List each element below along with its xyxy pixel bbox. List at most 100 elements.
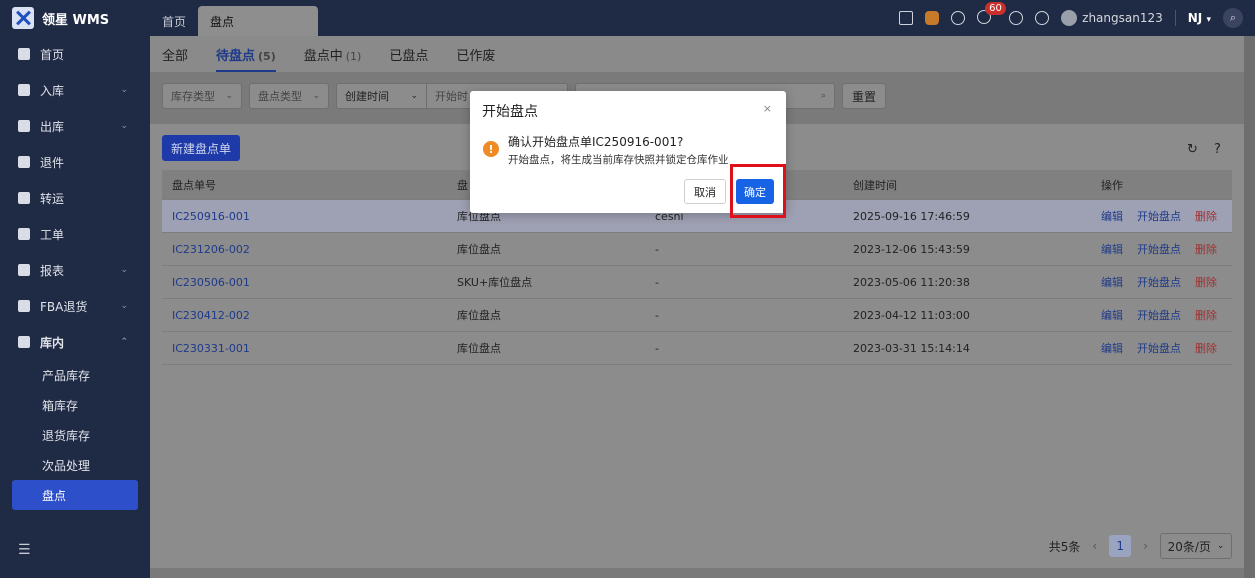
sidebar-item-label: 转运 (40, 191, 65, 206)
warning-icon: ! (483, 141, 499, 157)
chevron-down-icon: ⌄ (120, 85, 128, 95)
help-icon[interactable] (1035, 11, 1050, 25)
total-count: 共5条 (1048, 539, 1081, 554)
new-count-button[interactable]: 新建盘点单 (162, 135, 241, 161)
delete-link[interactable]: 删除 (1195, 307, 1217, 323)
cancel-button[interactable]: 取消 (684, 179, 726, 204)
created-time: 2023-03-31 15:14:14 (853, 341, 970, 355)
sidebar-item-home[interactable]: 首页 (0, 36, 150, 72)
home-icon (18, 48, 30, 60)
sidebar-item-work-order[interactable]: 工单 (0, 216, 150, 252)
user-menu[interactable]: zhangsan123 (1061, 10, 1163, 26)
creator: - (655, 341, 659, 355)
prev-page-icon[interactable]: ‹ (1092, 539, 1097, 553)
edit-link[interactable]: 编辑 (1101, 307, 1123, 323)
sidebar-item-outbound[interactable]: 出库 ⌄ (0, 108, 150, 144)
warehouse-selector[interactable]: NJ ▾ (1188, 11, 1211, 25)
sidebar-subitem-product-stock[interactable]: 产品库存 (0, 360, 150, 390)
sidebar-item-warehouse[interactable]: 库内 ⌃ (0, 324, 150, 360)
status-tab-label: 全部 (162, 48, 189, 64)
sidebar-item-reports[interactable]: 报表 ⌄ (0, 252, 150, 288)
status-tab-pending[interactable]: 待盘点 (5) (216, 45, 276, 72)
collapse-sidebar-icon[interactable]: ☰ (18, 542, 31, 558)
start-count-link[interactable]: 开始盘点 (1137, 274, 1181, 290)
delete-link[interactable]: 删除 (1195, 274, 1217, 290)
sidebar-item-returns[interactable]: 退件 (0, 144, 150, 180)
start-count-link[interactable]: 开始盘点 (1137, 241, 1181, 257)
close-icon[interactable]: × (763, 102, 772, 115)
count-id-link[interactable]: IC230506-001 (162, 276, 447, 289)
inbox-icon[interactable] (899, 11, 914, 25)
sidebar-subitem-defective[interactable]: 次品处理 (0, 450, 150, 480)
created-time: 2023-12-06 15:43:59 (853, 242, 970, 256)
sidebar-item-transfer[interactable]: 转运 (0, 180, 150, 216)
tab-home[interactable]: 首页 (150, 6, 198, 36)
time-type-select[interactable]: 创建时间 ⌄ (337, 84, 427, 108)
sidebar-subitem-box-stock[interactable]: 箱库存 (0, 390, 150, 420)
page-number[interactable]: 1 (1109, 535, 1132, 557)
status-tab-label: 已作废 (456, 48, 496, 64)
edit-link[interactable]: 编辑 (1101, 241, 1123, 257)
pagination: 共5条 ‹ 1 › 20条/页 ⌄ (150, 524, 1244, 568)
status-tab-all[interactable]: 全部 (162, 45, 188, 64)
sidebar-item-label: 库内 (40, 335, 65, 350)
start-count-link[interactable]: 开始盘点 (1137, 208, 1181, 224)
search-icon: ⌕ (1229, 11, 1237, 24)
work-order-icon (18, 228, 30, 240)
delete-link[interactable]: 删除 (1195, 241, 1217, 257)
fba-icon (18, 300, 30, 312)
row-actions: 编辑 开始盘点 删除 (1091, 340, 1232, 356)
count-type: 库位盘点 (457, 243, 501, 256)
sidebar-subitem-inventory-count[interactable]: 盘点 (12, 480, 138, 510)
reset-button[interactable]: 重置 (842, 83, 886, 109)
chevron-down-icon: ⌄ (120, 265, 128, 275)
status-tab-voided[interactable]: 已作废 (456, 45, 495, 64)
count-id-link[interactable]: IC230412-002 (162, 309, 447, 322)
count-type: SKU+库位盘点 (457, 276, 533, 289)
report-icon (18, 264, 30, 276)
next-page-icon[interactable]: › (1143, 539, 1148, 553)
count-id-link[interactable]: IC230331-001 (162, 342, 447, 355)
delete-link[interactable]: 删除 (1195, 340, 1217, 356)
inventory-type-select[interactable]: 库存类型 ⌄ (162, 83, 242, 109)
created-time: 2023-05-06 11:20:38 (853, 275, 970, 289)
download-icon[interactable] (951, 11, 966, 25)
edit-link[interactable]: 编辑 (1101, 208, 1123, 224)
status-tab-count: (1) (345, 49, 362, 63)
outbound-icon (18, 120, 30, 132)
creator: - (655, 242, 659, 256)
start-count-link[interactable]: 开始盘点 (1137, 340, 1181, 356)
status-tab-in-progress[interactable]: 盘点中 (1) (304, 45, 362, 64)
page-size-select[interactable]: 20条/页 ⌄ (1160, 533, 1232, 559)
robot-icon[interactable] (925, 11, 940, 25)
sidebar-item-inbound[interactable]: 入库 ⌄ (0, 72, 150, 108)
chevron-down-icon: ⌄ (312, 91, 320, 101)
edit-link[interactable]: 编辑 (1101, 274, 1123, 290)
notification-button[interactable]: 60 (977, 1, 1006, 27)
help-icon[interactable]: ? (1214, 142, 1221, 157)
tab-inventory-count[interactable]: 盘点 (198, 6, 319, 36)
scrollbar[interactable] (1244, 36, 1255, 578)
start-date-input[interactable]: 开始时 (427, 88, 476, 104)
count-id-link[interactable]: IC250916-001 (162, 210, 447, 223)
count-id-link[interactable]: IC231206-002 (162, 243, 447, 256)
refresh-icon[interactable]: ↻ (1187, 142, 1198, 157)
sidebar-subitem-return-stock[interactable]: 退货库存 (0, 420, 150, 450)
table-row[interactable]: IC230412-002 库位盘点 - 2023-04-12 11:03:00 … (162, 299, 1232, 332)
count-type: 库位盘点 (457, 309, 501, 322)
app-logo[interactable]: 领星 WMS (0, 7, 150, 29)
chevron-down-icon: ⌄ (120, 301, 128, 311)
table-row[interactable]: IC231206-002 库位盘点 - 2023-12-06 15:43:59 … (162, 233, 1232, 266)
table-row[interactable]: IC230506-001 SKU+库位盘点 - 2023-05-06 11:20… (162, 266, 1232, 299)
start-count-link[interactable]: 开始盘点 (1137, 307, 1181, 323)
status-tab-counted[interactable]: 已盘点 (389, 45, 428, 64)
warehouse-icon (18, 336, 30, 348)
settings-icon[interactable] (1009, 11, 1024, 25)
global-search-button[interactable]: ⌕ (1223, 8, 1243, 28)
table-row[interactable]: IC230331-001 库位盘点 - 2023-03-31 15:14:14 … (162, 332, 1232, 365)
sidebar-item-fba-returns[interactable]: FBA退货 ⌄ (0, 288, 150, 324)
count-type-select[interactable]: 盘点类型 ⌄ (249, 83, 329, 109)
edit-link[interactable]: 编辑 (1101, 340, 1123, 356)
inbound-icon (18, 84, 30, 96)
delete-link[interactable]: 删除 (1195, 208, 1217, 224)
